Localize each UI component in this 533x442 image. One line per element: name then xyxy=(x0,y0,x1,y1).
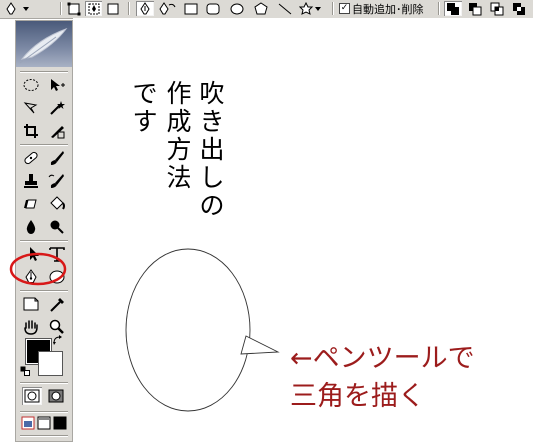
full-screen-mode-icon[interactable] xyxy=(52,415,68,431)
standard-mode-icon[interactable] xyxy=(22,387,42,405)
polygon-shape-icon[interactable] xyxy=(252,1,270,16)
eyedropper-tool-icon[interactable] xyxy=(46,293,68,315)
fill-pixels-icon[interactable] xyxy=(105,1,120,16)
paths-mode-icon[interactable] xyxy=(85,1,102,16)
slice-tool-icon[interactable] xyxy=(46,120,68,142)
swap-colors-icon[interactable] xyxy=(52,334,64,346)
full-screen-menu-mode-icon[interactable] xyxy=(36,415,52,431)
ellipse-tool-icon[interactable] xyxy=(46,266,68,288)
eraser-tool-icon[interactable] xyxy=(20,193,42,215)
rectangle-shape-icon[interactable] xyxy=(182,1,200,16)
rounded-rectangle-icon[interactable] xyxy=(204,1,222,16)
subtract-shape-area-icon[interactable] xyxy=(466,1,484,16)
crop-tool-icon[interactable] xyxy=(20,120,42,142)
hand-tool-icon[interactable] xyxy=(20,316,42,338)
healing-brush-icon[interactable] xyxy=(20,147,42,169)
pen-tool-icon[interactable] xyxy=(20,266,42,288)
paint-bucket-icon[interactable] xyxy=(46,193,68,215)
history-brush-icon[interactable] xyxy=(46,170,68,192)
title-column-1: 吹き出しの xyxy=(199,79,225,220)
pen-tool-preset-icon[interactable] xyxy=(2,1,32,16)
background-color-swatch[interactable] xyxy=(38,351,63,376)
lasso-tool-icon[interactable] xyxy=(20,97,42,119)
exclude-overlapping-icon[interactable] xyxy=(510,1,528,16)
feather-logo xyxy=(16,21,72,67)
path-selection-icon[interactable] xyxy=(20,243,42,265)
checkbox-icon[interactable]: ✓ xyxy=(339,3,350,14)
pen-icon[interactable] xyxy=(136,1,154,16)
move-tool-icon[interactable] xyxy=(46,74,68,96)
clone-stamp-icon[interactable] xyxy=(20,170,42,192)
options-bar: ✓ 自動追加･削除 xyxy=(0,0,533,19)
auto-add-delete-label: 自動追加･削除 xyxy=(352,2,424,16)
line-shape-icon[interactable] xyxy=(276,1,294,16)
add-to-shape-area-icon[interactable] xyxy=(444,1,462,16)
notes-tool-icon[interactable] xyxy=(20,293,42,315)
blur-tool-icon[interactable] xyxy=(20,216,42,238)
caption-line-2: 三角を描く xyxy=(290,381,425,412)
caption-line-1: ←ペンツールで xyxy=(290,343,475,374)
standard-screen-mode-icon[interactable] xyxy=(20,415,36,431)
marquee-tool-icon[interactable] xyxy=(20,74,42,96)
title-column-2: 作成方法 xyxy=(166,79,192,192)
document-canvas[interactable]: 吹き出しの 作成方法 です ←ペンツールで 三角を描く xyxy=(73,18,533,442)
tool-palette xyxy=(15,20,73,442)
title-column-3: です xyxy=(132,79,158,136)
shape-layers-icon[interactable] xyxy=(66,1,82,16)
default-colors-icon[interactable] xyxy=(20,366,30,376)
quick-mask-mode-icon[interactable] xyxy=(46,387,66,405)
auto-add-delete-checkbox[interactable]: ✓ 自動追加･削除 xyxy=(339,1,424,16)
custom-shape-icon[interactable] xyxy=(298,1,322,16)
brush-tool-icon[interactable] xyxy=(46,147,68,169)
type-tool-icon[interactable] xyxy=(46,243,68,265)
intersect-shape-areas-icon[interactable] xyxy=(488,1,506,16)
magic-wand-tool-icon[interactable] xyxy=(46,97,68,119)
burn-tool-icon[interactable] xyxy=(46,216,68,238)
freeform-pen-icon[interactable] xyxy=(158,1,178,16)
ellipse-shape-icon[interactable] xyxy=(228,1,246,16)
